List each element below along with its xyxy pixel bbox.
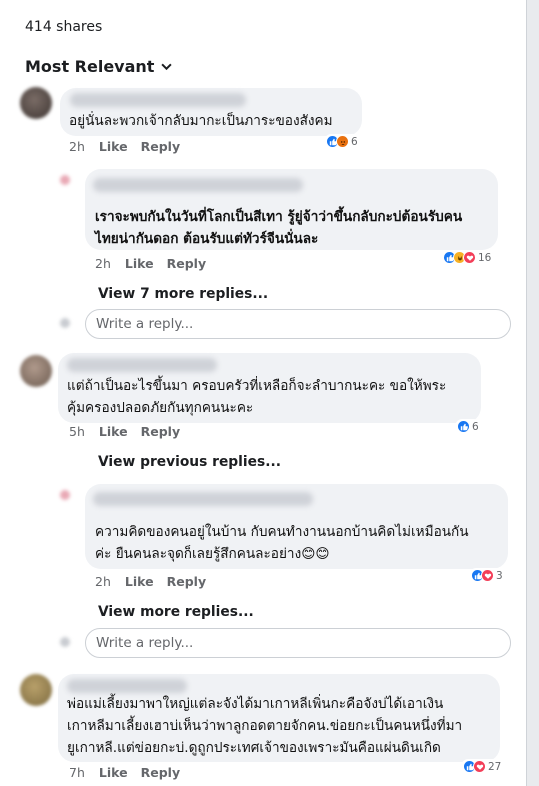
- avatar[interactable]: [20, 87, 52, 119]
- avatar: [60, 318, 70, 328]
- commenter-name[interactable]: [67, 358, 217, 372]
- sort-dropdown[interactable]: Most Relevant: [25, 57, 173, 76]
- comment-time[interactable]: 2h: [95, 574, 111, 589]
- reaction-summary[interactable]: 27: [461, 759, 504, 774]
- avatar[interactable]: [60, 175, 70, 185]
- like-button[interactable]: Like: [99, 765, 128, 780]
- reply-input[interactable]: Write a reply...: [85, 309, 511, 339]
- comments-panel: 414 shares Most Relevant อยู่นั่นละพวกเจ…: [0, 0, 527, 786]
- view-previous-replies-link[interactable]: View previous replies...: [98, 454, 281, 470]
- reaction-summary[interactable]: 16: [441, 250, 494, 265]
- reaction-count: 3: [496, 569, 503, 582]
- reaction-summary[interactable]: 6: [455, 419, 481, 434]
- like-button[interactable]: Like: [99, 424, 128, 439]
- chevron-down-icon: [161, 57, 173, 76]
- comment-time[interactable]: 5h: [69, 424, 85, 439]
- comment-time[interactable]: 2h: [69, 139, 85, 154]
- comment-time[interactable]: 7h: [69, 765, 85, 780]
- comment-actions: 5h Like Reply: [69, 424, 193, 439]
- reply-button[interactable]: Reply: [167, 574, 206, 589]
- reaction-count: 6: [472, 420, 479, 433]
- reaction-summary[interactable]: 3: [469, 568, 505, 583]
- avatar[interactable]: [20, 674, 52, 706]
- like-button[interactable]: Like: [99, 139, 128, 154]
- like-button[interactable]: Like: [125, 256, 154, 271]
- reaction-count: 27: [488, 760, 502, 773]
- comment-text: แต่ถ้าเป็นอะไรขึ้นมา ครอบครัวที่เหลือก็จ…: [67, 378, 447, 416]
- commenter-name[interactable]: [93, 178, 303, 192]
- view-more-replies-link[interactable]: View 7 more replies...: [98, 286, 268, 302]
- reply-input[interactable]: Write a reply...: [85, 628, 511, 658]
- reply-button[interactable]: Reply: [167, 256, 206, 271]
- reaction-summary[interactable]: 6: [324, 134, 360, 149]
- comment-text: เราจะพบกันในวันที่โลกเป็นสีเทา รู้ยู่จ้า…: [95, 209, 463, 247]
- comment-actions: 7h Like Reply: [69, 765, 193, 780]
- comment-actions: 2h Like Reply: [95, 256, 219, 271]
- comment-time[interactable]: 2h: [95, 256, 111, 271]
- comment-actions: 2h Like Reply: [95, 574, 219, 589]
- commenter-name[interactable]: [70, 93, 246, 107]
- avatar[interactable]: [20, 355, 52, 387]
- reaction-count: 6: [351, 135, 358, 148]
- sort-label: Most Relevant: [25, 57, 155, 76]
- reply-button[interactable]: Reply: [141, 424, 180, 439]
- view-more-replies-link[interactable]: View more replies...: [98, 604, 254, 620]
- avatar: [60, 637, 70, 647]
- avatar[interactable]: [60, 490, 70, 500]
- comment-text: อยู่นั่นละพวกเจ้ากลับมากะเป็นภาระของสังค…: [69, 113, 333, 129]
- like-button[interactable]: Like: [125, 574, 154, 589]
- love-icon: [473, 760, 486, 773]
- comment-text: พ่อแม่เลี้ยงมาพาใหญ่แต่ละจังได้มาเกาหลีเ…: [67, 696, 463, 756]
- comment-actions: 2h Like Reply: [69, 139, 193, 154]
- commenter-name[interactable]: [93, 492, 313, 506]
- love-icon: [481, 569, 494, 582]
- shares-count[interactable]: 414 shares: [25, 19, 102, 35]
- comment-text: ความคิดของคนอยู่ในบ้าน กับคนทำงานนอกบ้าน…: [95, 524, 469, 562]
- love-icon: [463, 251, 476, 264]
- reply-button[interactable]: Reply: [141, 765, 180, 780]
- angry-icon: [336, 135, 349, 148]
- commenter-name[interactable]: [67, 679, 187, 693]
- reaction-count: 16: [478, 251, 492, 264]
- reply-button[interactable]: Reply: [141, 139, 180, 154]
- like-icon: [457, 420, 470, 433]
